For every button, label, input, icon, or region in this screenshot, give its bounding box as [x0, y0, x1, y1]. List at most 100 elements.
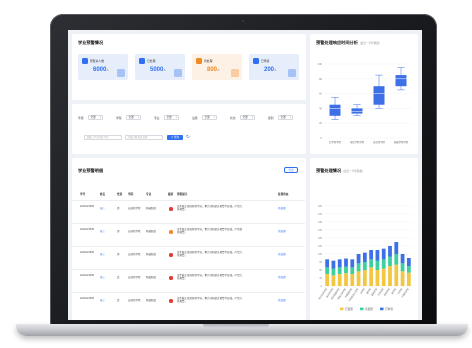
cell-id: 2019121545: [80, 274, 94, 277]
chevron-down-icon: ▾: [175, 116, 177, 119]
cell-status[interactable]: 待处理: [278, 253, 286, 256]
stat-unit: 人: [274, 69, 277, 72]
cell-gender: 男: [117, 230, 120, 233]
x-tick-label: 自动化学院: [373, 140, 386, 144]
table-header-cell: 姓名: [100, 193, 106, 196]
bar-segment: [362, 262, 367, 270]
bar-segment: [381, 259, 386, 269]
cell-status[interactable]: 待处理: [278, 230, 286, 233]
bar-segment: [337, 259, 342, 268]
bar-segment: [350, 274, 355, 286]
stat-decoration: [117, 69, 125, 77]
cell-id: 2019121545: [80, 228, 94, 231]
filter-label: 专业: [154, 116, 160, 120]
filter-select[interactable]: 全部 ▾: [278, 115, 293, 120]
cell-major: 机械制造: [146, 253, 157, 256]
query-button[interactable]: ⚲ 查询: [167, 134, 183, 140]
bar-segment: [388, 256, 392, 266]
bar-segment: [375, 250, 380, 261]
stat-label: 待处理: [204, 59, 213, 63]
stat-unit: 人: [217, 69, 220, 72]
export-button[interactable]: 导出: [284, 167, 298, 173]
filter-select[interactable]: 全部 ▾: [240, 115, 255, 120]
bar-segment: [400, 254, 405, 264]
x-tick-label: 电信学院学院: [350, 140, 365, 144]
warning-level-icon: [169, 253, 173, 257]
bar-segment: [400, 271, 405, 286]
table-header-cell: 性别: [117, 193, 123, 196]
stat-value: 6000人: [93, 67, 109, 73]
stat-unit: 人: [163, 69, 166, 72]
bar-segment: [337, 274, 342, 286]
bar-segment: [406, 272, 411, 286]
detail-title: 学业预警明细: [78, 168, 104, 173]
bar-segment: [375, 260, 380, 270]
cell-college: 自动化学院: [128, 299, 141, 302]
search-input[interactable]: 请输入学生姓名/学号: [84, 135, 122, 140]
bar-segment: [362, 270, 367, 286]
bar-segment: [388, 266, 392, 286]
chevron-down-icon: ▾: [137, 116, 139, 119]
legend-swatch: [340, 307, 344, 311]
bar-segment: [394, 254, 399, 265]
cell-major: 机械制造: [146, 276, 157, 279]
chevron-down-icon: ▾: [99, 116, 101, 119]
table-header-cell: 级别: [168, 193, 174, 196]
y-tick-label: 40: [319, 106, 322, 110]
box-body: [351, 108, 363, 114]
bar-segment: [325, 267, 330, 274]
chevron-down-icon: ▾: [251, 116, 253, 119]
y-tick-label: 100: [318, 62, 323, 66]
bar-segment: [344, 258, 348, 267]
y-tick-label: 180: [318, 237, 323, 240]
cell-name[interactable]: 张三: [100, 230, 105, 233]
cell-name[interactable]: 张三: [100, 299, 105, 302]
y-tick-label: 60: [319, 269, 322, 272]
filter-label: 级别: [268, 116, 274, 120]
table-row: 2019121545 张三 女 自动化学院 机械制造 该生截止目前获得学分，累计挂科超过预…: [72, 292, 305, 314]
stat-icon: [139, 58, 145, 64]
bar-segment: [350, 259, 355, 268]
filter-label: 状态: [230, 116, 236, 120]
dashboard-screen: 学业预警情况 预警总人数 6000人 已处理 5000人 待处理 800人 已申诉 200人 …: [68, 30, 422, 320]
x-tick-label: 理学院: [365, 287, 373, 295]
response-time-card: 预警处理响应时间分析 (最近一学年数据) 0 20 40 60 80 100 辽学院学院 电信学…: [310, 34, 418, 154]
cell-status[interactable]: 待处理: [278, 276, 286, 279]
cell-gender: 女: [117, 276, 120, 279]
refresh-icon[interactable]: ↻: [186, 134, 190, 140]
y-tick-label: 30: [319, 277, 322, 280]
bar-segment: [337, 267, 342, 274]
stat-label: 已处理: [147, 59, 156, 63]
cell-status[interactable]: 待处理: [278, 299, 286, 302]
legend-swatch: [360, 307, 364, 311]
date-range-input[interactable]: 开始日期-结束日期: [125, 135, 163, 140]
overview-card: 学业预警情况 预警总人数 6000人 已处理 5000人 待处理 800人 已申诉 200人: [72, 34, 306, 100]
x-tick-label: 医学院: [390, 287, 398, 295]
cell-name[interactable]: 张三: [100, 253, 105, 256]
x-tick-label: 法学院: [359, 287, 367, 295]
legend-label: 已处理: [345, 307, 353, 311]
filter-select[interactable]: 全部 ▾: [164, 115, 179, 120]
filter-select[interactable]: 全部 ▾: [202, 115, 217, 120]
cell-status[interactable]: 待处理: [278, 207, 286, 210]
filter-select[interactable]: 全部 ▾: [126, 115, 141, 120]
cell-name[interactable]: 张三: [100, 276, 105, 279]
box-body: [373, 86, 385, 105]
stat-value: 5000人: [150, 67, 166, 73]
handling-card: 预警处理情况 (最近一学年数据) 0 30 60 90 120 150 180 210 240 27…: [310, 158, 418, 320]
y-tick-label: 210: [318, 229, 323, 232]
bar-segment: [362, 252, 367, 262]
bar-segment: [356, 254, 361, 264]
filter-label: 班级: [192, 116, 198, 120]
laptop-notch: [203, 324, 269, 328]
cell-id: 2019121545: [80, 297, 94, 300]
bar-segment: [400, 263, 405, 272]
cell-college: 自动化学院: [128, 230, 141, 233]
y-tick-label: 80: [319, 77, 322, 81]
bar-segment: [350, 267, 355, 274]
bar-segment: [388, 246, 392, 257]
cell-name[interactable]: 张三: [100, 207, 105, 210]
filter-select[interactable]: 全部 ▾: [88, 115, 103, 120]
cell-gender: 男: [117, 207, 120, 210]
y-tick-label: 0: [321, 285, 323, 288]
